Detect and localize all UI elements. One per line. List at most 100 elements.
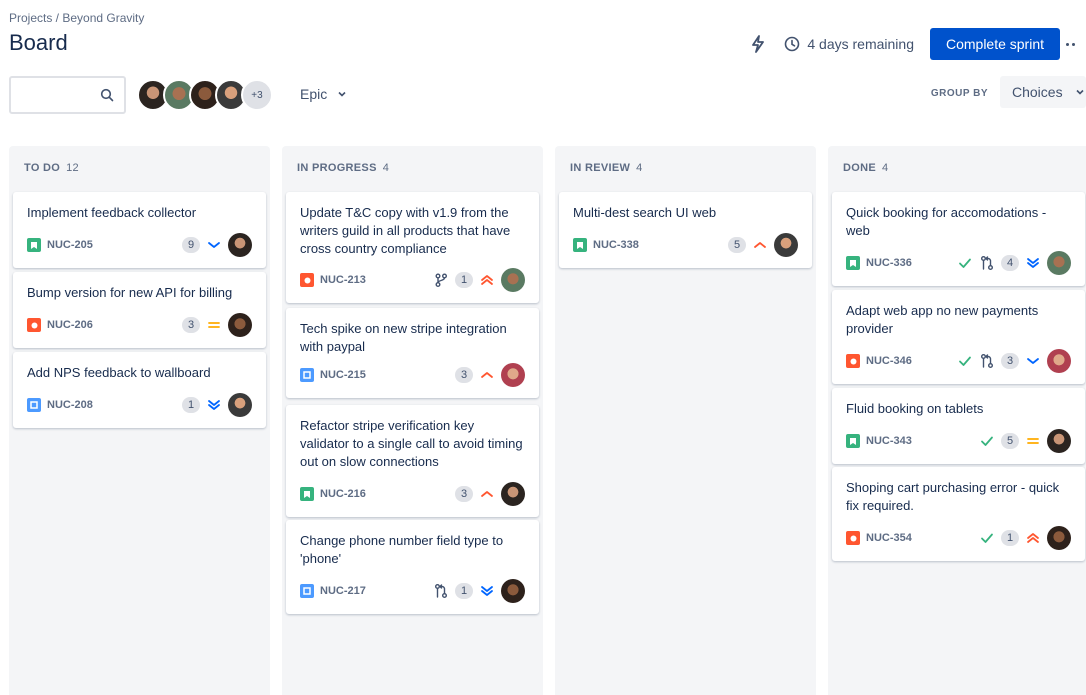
issue-card[interactable]: Add NPS feedback to wallboard NUC-208 1 (13, 352, 266, 428)
story-points-badge: 3 (455, 486, 473, 502)
assignee-avatar[interactable] (501, 482, 525, 506)
issue-footer: NUC-208 1 (27, 393, 252, 417)
issue-key[interactable]: NUC-216 (320, 488, 366, 500)
story-type-icon (573, 238, 587, 252)
column-count: 4 (881, 162, 889, 174)
complete-sprint-button[interactable]: Complete sprint (930, 28, 1060, 60)
board-column: IN PROGRESS 4 Update T&C copy with v1.9 fr… (282, 146, 543, 695)
issue-footer: NUC-338 5 (573, 233, 798, 257)
priority-low-icon (208, 242, 220, 248)
branch-icon (435, 273, 447, 287)
bug-type-icon (27, 318, 41, 332)
more-assignees[interactable]: +3 (241, 79, 273, 111)
priority-lowest-icon (481, 586, 493, 596)
issue-meta: 1 (979, 526, 1071, 550)
issue-key[interactable]: NUC-208 (47, 399, 93, 411)
issue-key[interactable]: NUC-215 (320, 369, 366, 381)
board-column: IN REVIEW 4 Multi-dest search UI web NUC-33… (555, 146, 816, 695)
pull-request-icon (981, 354, 993, 368)
issue-card[interactable]: Fluid booking on tablets NUC-343 5 (832, 388, 1085, 464)
task-type-icon (300, 584, 314, 598)
column-header: TO DO 12 (24, 162, 79, 174)
issue-summary: Tech spike on new stripe integration wit… (300, 321, 507, 354)
assignee-avatar[interactable] (1047, 526, 1071, 550)
issue-card[interactable]: Multi-dest search UI web NUC-338 5 (559, 192, 812, 268)
column-header: DONE 4 (843, 162, 888, 174)
issue-key[interactable]: NUC-338 (593, 239, 639, 251)
assignee-avatar[interactable] (1047, 251, 1071, 275)
assignee-avatar[interactable] (501, 268, 525, 292)
issue-card[interactable]: Adapt web app no new payments provider NU… (832, 290, 1085, 384)
issue-card[interactable]: Quick booking for accomodations - web NUC… (832, 192, 1085, 286)
issue-key[interactable]: NUC-206 (47, 319, 93, 331)
issue-summary: Adapt web app no new payments provider (846, 303, 1039, 336)
epic-filter[interactable]: Epic (300, 86, 347, 102)
issue-meta: 3 (455, 482, 525, 506)
assignee-avatar[interactable] (228, 393, 252, 417)
issue-footer: NUC-343 5 (846, 429, 1071, 453)
story-points-badge: 3 (455, 367, 473, 383)
automation-bolt-icon[interactable] (748, 34, 768, 54)
groupby-label: GROUP BY (930, 88, 988, 99)
issue-footer: NUC-215 3 (300, 363, 525, 387)
bug-type-icon (846, 531, 860, 545)
issue-card[interactable]: Update T&C copy with v1.9 from the write… (286, 192, 539, 303)
issue-summary: Change phone number field type to 'phone… (300, 533, 504, 566)
assignee-avatar[interactable] (501, 579, 525, 603)
issue-summary: Update T&C copy with v1.9 from the write… (300, 205, 511, 256)
issue-meta: 3 (957, 349, 1071, 373)
issue-key[interactable]: NUC-336 (866, 257, 912, 269)
issue-card[interactable]: Refactor stripe verification key validat… (286, 405, 539, 517)
issue-key[interactable]: NUC-346 (866, 355, 912, 367)
story-points-badge: 9 (182, 237, 200, 253)
story-points-badge: 1 (1001, 530, 1019, 546)
issue-key[interactable]: NUC-343 (866, 435, 912, 447)
story-points-badge: 5 (1001, 433, 1019, 449)
pull-request-icon (981, 256, 993, 270)
column-header: IN PROGRESS 4 (297, 162, 389, 174)
issue-meta: 9 (182, 233, 252, 257)
priority-high-icon (481, 372, 493, 378)
issue-summary: Refactor stripe verification key validat… (300, 418, 523, 469)
assignee-filter: +3 (137, 79, 273, 111)
priority-low-icon (1027, 358, 1039, 364)
breadcrumb[interactable]: Projects / Beyond Gravity (9, 11, 144, 25)
issue-meta: 3 (455, 363, 525, 387)
issue-card[interactable]: Bump version for new API for billing NUC-… (13, 272, 266, 348)
issue-card[interactable]: Shoping cart purchasing error - quick fi… (832, 467, 1085, 561)
column-header: IN REVIEW 4 (570, 162, 643, 174)
board-toolbar: +3 Epic GROUP BY Choices (9, 76, 1086, 114)
search-input[interactable] (9, 76, 126, 114)
priority-highest-icon (481, 275, 493, 285)
issue-footer: NUC-217 1 (300, 579, 525, 603)
story-points-badge: 5 (728, 237, 746, 253)
issue-footer: NUC-213 1 (300, 268, 525, 292)
column-count: 12 (66, 162, 79, 174)
sprint-header: 4 days remaining Complete sprint (748, 28, 1086, 60)
assignee-avatar[interactable] (774, 233, 798, 257)
issue-meta: 5 (979, 429, 1071, 453)
groupby-select[interactable]: Choices (1000, 76, 1086, 108)
issue-summary: Shoping cart purchasing error - quick fi… (846, 480, 1060, 513)
story-points-badge: 1 (455, 272, 473, 288)
assignee-avatar[interactable] (501, 363, 525, 387)
issue-key[interactable]: NUC-205 (47, 239, 93, 251)
task-type-icon (300, 368, 314, 382)
assignee-avatar[interactable] (1047, 429, 1071, 453)
issue-key[interactable]: NUC-213 (320, 274, 366, 286)
issue-key[interactable]: NUC-354 (866, 532, 912, 544)
more-actions-icon[interactable] (1066, 28, 1086, 60)
issue-meta: 4 (957, 251, 1071, 275)
assignee-avatar[interactable] (1047, 349, 1071, 373)
assignee-avatar[interactable] (228, 233, 252, 257)
column-count: 4 (382, 162, 390, 174)
issue-card[interactable]: Implement feedback collector NUC-205 9 (13, 192, 266, 268)
issue-key[interactable]: NUC-217 (320, 585, 366, 597)
assignee-avatar[interactable] (228, 313, 252, 337)
priority-medium-icon (1027, 438, 1039, 444)
pull-request-icon (435, 584, 447, 598)
story-type-icon (27, 238, 41, 252)
issue-card[interactable]: Change phone number field type to 'phone… (286, 520, 539, 614)
issue-card[interactable]: Tech spike on new stripe integration wit… (286, 308, 539, 398)
column-title: IN PROGRESS (297, 162, 377, 174)
